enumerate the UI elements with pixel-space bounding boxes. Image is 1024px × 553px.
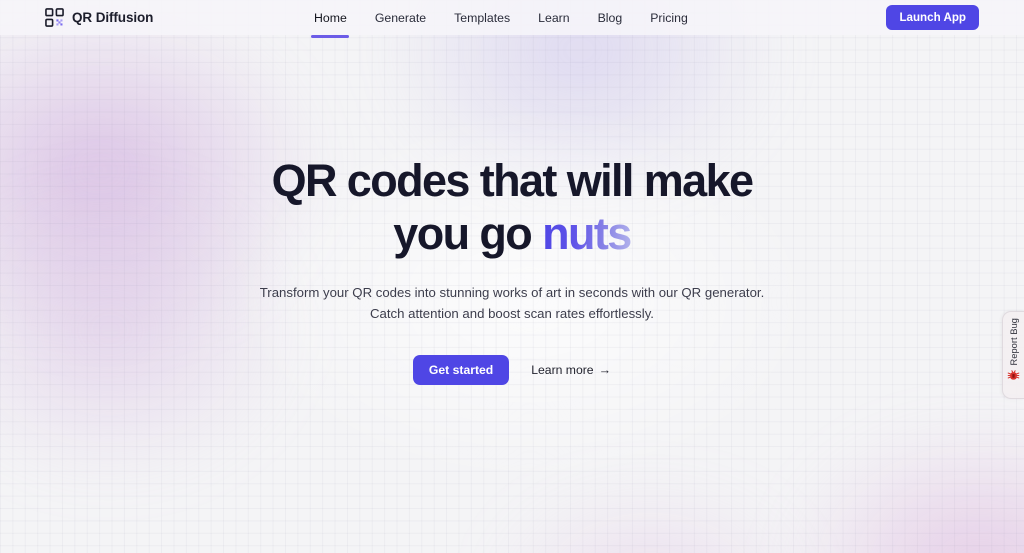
nav-item-label: Generate (374, 10, 427, 25)
nav-item-label: Home (314, 10, 347, 25)
background-glow-center-bottom (420, 440, 880, 553)
report-bug-tab[interactable]: Report Bug (1002, 311, 1024, 399)
headline-line-2-prefix: you go (393, 208, 543, 259)
brand-logo[interactable]: QR Diffusion (45, 8, 153, 27)
headline-line-1: QR codes that will make (271, 155, 754, 206)
nav-item-templates[interactable]: Templates (440, 10, 524, 26)
learn-more-label: Learn more (531, 363, 594, 377)
get-started-button[interactable]: Get started (412, 355, 510, 385)
report-bug-label: Report Bug (1008, 318, 1019, 366)
qr-code-icon (45, 8, 64, 27)
hero-section: QR codes that will make you go nuts Tran… (0, 0, 1024, 553)
headline-accent-word: nuts (542, 208, 632, 259)
nav-item-label: Pricing (650, 10, 688, 25)
hero-subtitle-line-2: Catch attention and boost scan rates eff… (370, 306, 654, 321)
launch-app-button[interactable]: Launch App (886, 5, 979, 30)
brand-name: QR Diffusion (72, 10, 154, 25)
background-grid-pattern (0, 0, 1024, 553)
primary-navigation: Home Generate Templates Learn Blog Prici… (300, 10, 702, 38)
site-header: QR Diffusion Home Generate Templates Lea… (0, 0, 1024, 38)
nav-item-blog[interactable]: Blog (584, 10, 637, 26)
learn-more-link[interactable]: Learn more → (531, 363, 611, 377)
hero-cta-row: Get started Learn more → (412, 355, 611, 385)
nav-item-learn[interactable]: Learn (524, 10, 583, 26)
nav-item-label: Blog (597, 10, 623, 25)
hero-subtitle-line-1: Transform your QR codes into stunning wo… (259, 285, 765, 300)
background-glow-right-bottom (700, 360, 1024, 553)
nav-item-label: Templates (454, 10, 511, 25)
headline-line-2: you go nuts (272, 211, 753, 256)
arrow-right-icon: → (598, 362, 612, 377)
hero-subtitle: Transform your QR codes into stunning wo… (260, 282, 765, 324)
nav-item-home[interactable]: Home (300, 10, 361, 38)
nav-item-generate[interactable]: Generate (361, 10, 440, 26)
page-title: QR codes that will make you go nuts (271, 155, 754, 256)
nav-item-pricing[interactable]: Pricing (636, 10, 702, 26)
landing-page: QR Diffusion Home Generate Templates Lea… (0, 0, 1024, 553)
bug-icon (1007, 369, 1020, 387)
nav-item-label: Learn (538, 10, 570, 25)
nav-active-underline (311, 35, 350, 38)
